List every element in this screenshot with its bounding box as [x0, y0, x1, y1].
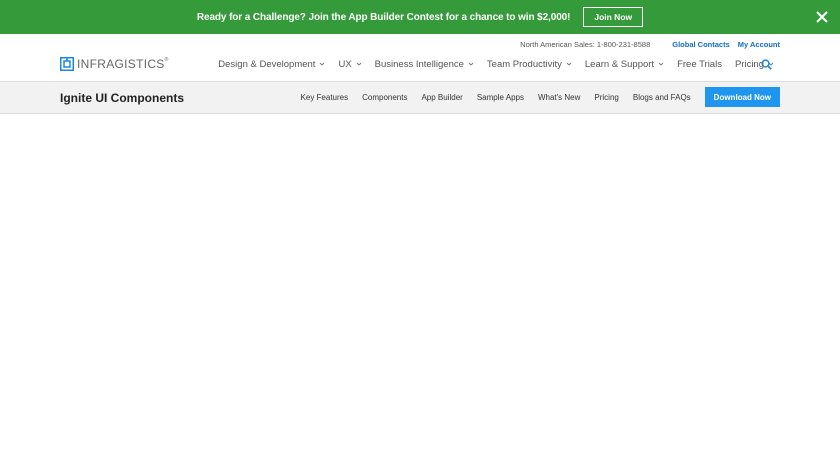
- product-title: Ignite UI Components: [60, 91, 184, 105]
- infragistics-logo[interactable]: INFRAGISTICS®: [60, 57, 169, 71]
- nav-design-development[interactable]: Design & Development: [218, 59, 325, 70]
- subnav-whats-new[interactable]: What's New: [538, 93, 580, 102]
- global-contacts-link[interactable]: Global Contacts: [672, 40, 730, 49]
- infragistics-logo-icon: [60, 57, 74, 71]
- promo-text: Ready for a Challenge? Join the App Buil…: [196, 11, 571, 23]
- subnav-pricing[interactable]: Pricing: [594, 93, 618, 102]
- chevron-down-icon: [658, 62, 664, 66]
- promo-banner: Ready for a Challenge? Join the App Buil…: [0, 0, 840, 34]
- nav-free-trials[interactable]: Free Trials: [677, 59, 722, 70]
- product-subheader: Ignite UI Components Key Features Compon…: [0, 81, 840, 114]
- chevron-down-icon: [566, 62, 572, 66]
- chevron-down-icon: [468, 62, 474, 66]
- chevron-down-icon: [320, 62, 325, 66]
- subnav-sample-apps[interactable]: Sample Apps: [477, 93, 524, 102]
- chevron-down-icon: [356, 62, 361, 66]
- search-icon[interactable]: [761, 59, 772, 70]
- utility-bar: North American Sales: 1-800-231-8588 Glo…: [520, 38, 780, 50]
- nav-ux[interactable]: UX: [338, 59, 361, 70]
- sales-phone: North American Sales: 1-800-231-8588: [520, 39, 651, 49]
- subnav-key-features[interactable]: Key Features: [301, 93, 349, 102]
- my-account-link[interactable]: My Account: [738, 40, 780, 49]
- product-subnav: Key Features Components App Builder Samp…: [287, 87, 780, 107]
- join-now-button[interactable]: Join Now: [583, 7, 644, 27]
- logo-wordmark: INFRAGISTICS®: [77, 57, 169, 71]
- nav-team-productivity[interactable]: Team Productivity: [487, 59, 572, 70]
- main-nav: Design & Development UX Business Intelli…: [205, 56, 774, 72]
- subnav-app-builder[interactable]: App Builder: [421, 93, 462, 102]
- download-now-button[interactable]: Download Now: [704, 87, 780, 107]
- subnav-blogs-faqs[interactable]: Blogs and FAQs: [633, 93, 691, 102]
- page-content: [0, 114, 840, 472]
- close-icon[interactable]: [814, 9, 830, 25]
- subnav-components[interactable]: Components: [362, 93, 407, 102]
- nav-business-intelligence[interactable]: Business Intelligence: [375, 59, 474, 70]
- nav-learn-support[interactable]: Learn & Support: [585, 59, 664, 70]
